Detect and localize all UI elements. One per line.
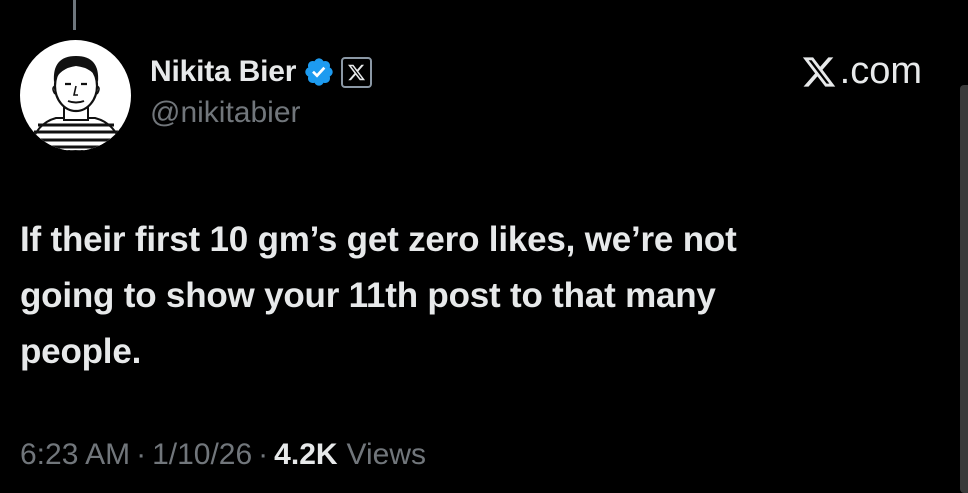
avatar-illustration [20, 40, 131, 151]
meta-separator: · [136, 438, 147, 471]
meta-separator: · [258, 438, 269, 471]
avatar[interactable] [20, 40, 131, 151]
views-label[interactable]: Views [347, 438, 426, 472]
tweet-time[interactable]: 6:23 AM [20, 438, 130, 472]
author-display-name[interactable]: Nikita Bier [150, 55, 296, 89]
x-logo-icon [801, 54, 837, 90]
brand-domain-label: .com [839, 50, 922, 92]
brand-watermark: .com [801, 50, 922, 93]
scrollbar[interactable] [960, 85, 968, 493]
views-count[interactable]: 4.2K [274, 438, 337, 472]
tweet-date[interactable]: 1/10/26 [152, 438, 252, 472]
author-handle[interactable]: @nikitabier [150, 96, 301, 130]
thread-connector-line [73, 0, 76, 30]
author-name-row[interactable]: Nikita Bier [150, 52, 373, 92]
tweet-meta: 6:23 AM · 1/10/26 · 4.2K Views [20, 438, 426, 472]
affiliate-x-badge-icon[interactable] [341, 56, 373, 88]
tweet-text: If their first 10 gm’s get zero likes, w… [20, 220, 737, 371]
verified-badge-icon [303, 56, 335, 88]
